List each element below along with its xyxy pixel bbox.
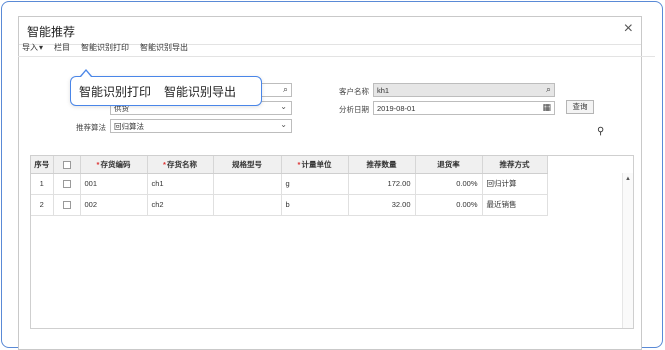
popup-pointer-inner [81, 71, 91, 77]
header-select-all[interactable] [53, 156, 81, 174]
row-checkbox[interactable] [62, 201, 71, 209]
import-label: 导入 [22, 42, 38, 52]
row-checkbox[interactable] [62, 180, 71, 188]
dialog-title: 智能推荐 [27, 25, 76, 39]
smart-print-button[interactable]: 智能识别打印 [81, 42, 129, 53]
smart-export-button[interactable]: 智能识别导出 [140, 42, 188, 53]
header-seq: 序号 [31, 156, 54, 174]
date-value: 2019-08-01 [377, 104, 416, 113]
table-row[interactable]: 2 002 ch2 b 32.00 0.00% 最近销售 [31, 194, 548, 216]
cell-return-rate[interactable]: 0.00% [415, 194, 483, 216]
header-code-label: 存货编码 [100, 159, 131, 169]
required-mark: * [297, 159, 301, 169]
cell-method[interactable]: 最近销售 [482, 194, 548, 216]
location-pin-icon[interactable]: ⚲ [597, 126, 604, 137]
header-qty: 推荐数量 [348, 156, 416, 174]
popup-export-option[interactable]: 智能识别导出 [164, 83, 236, 100]
algorithm-select[interactable]: 回归算法 ⌄ [110, 119, 292, 133]
date-input[interactable]: 2019-08-01 ▦ [373, 101, 555, 115]
header-name-label: 存货名称 [166, 159, 197, 169]
table-header-row: 序号 *存货编码 *存货名称 规格型号 *计量单位 推荐数量 退货率 推荐方式 [31, 156, 548, 174]
close-icon[interactable]: × [624, 20, 633, 38]
vertical-scrollbar[interactable]: ▲ [622, 173, 633, 328]
cell-select[interactable] [53, 194, 81, 216]
toolbar: 导入▾ 栏目 智能识别打印 智能识别导出 [22, 39, 188, 55]
columns-button[interactable]: 栏目 [54, 42, 70, 53]
cell-name[interactable]: ch1 [147, 173, 214, 195]
table-row[interactable]: 1 001 ch1 g 172.00 0.00% 回归计算 [31, 173, 548, 195]
customer-input[interactable]: kh1 ⌕ [373, 83, 555, 97]
header-name: *存货名称 [147, 156, 214, 174]
cell-qty[interactable]: 32.00 [348, 194, 416, 216]
required-mark: * [96, 159, 100, 169]
customer-value: kh1 [377, 86, 390, 95]
required-mark: * [163, 159, 166, 169]
cell-unit[interactable]: b [281, 194, 349, 216]
query-button[interactable]: 查询 [566, 100, 594, 114]
cell-select[interactable] [53, 173, 81, 195]
cell-code[interactable]: 002 [80, 194, 148, 216]
header-unit: *计量单位 [281, 156, 349, 174]
recommend-table: 序号 *存货编码 *存货名称 规格型号 *计量单位 推荐数量 退货率 推荐方式 … [30, 155, 634, 329]
date-label: 分析日期 [339, 105, 369, 114]
cell-seq: 2 [31, 194, 54, 216]
header-spec: 规格型号 [213, 156, 282, 174]
header-unit-label: 计量单位 [301, 159, 332, 169]
cell-spec[interactable] [213, 173, 282, 195]
chevron-down-icon: ▾ [39, 42, 44, 52]
import-menu[interactable]: 导入▾ [22, 42, 43, 53]
cell-return-rate[interactable]: 0.00% [415, 173, 483, 195]
dropdown-icon: ⌄ [280, 120, 287, 129]
header-return-rate: 退货率 [415, 156, 483, 174]
search-icon[interactable]: ⌕ [283, 85, 288, 94]
header-method: 推荐方式 [482, 156, 548, 174]
popup-print-option[interactable]: 智能识别打印 [79, 83, 151, 100]
cell-code[interactable]: 001 [80, 173, 148, 195]
dropdown-icon: ⌄ [280, 102, 287, 111]
cell-seq: 1 [31, 173, 54, 195]
select-all-checkbox[interactable] [62, 160, 71, 169]
calendar-icon[interactable]: ▦ [542, 103, 551, 112]
header-code: *存货编码 [80, 156, 148, 174]
customer-label: 客户名称 [339, 87, 369, 96]
search-icon[interactable]: ⌕ [546, 85, 551, 94]
recommend-grid-table: 序号 *存货编码 *存货名称 规格型号 *计量单位 推荐数量 退货率 推荐方式 … [31, 156, 548, 216]
cell-spec[interactable] [213, 194, 282, 216]
algorithm-label: 推荐算法 [76, 123, 106, 132]
toolbar-divider [18, 56, 655, 57]
cell-method[interactable]: 回归计算 [482, 173, 548, 195]
cell-name[interactable]: ch2 [147, 194, 214, 216]
smart-recognition-popup: 智能识别打印 智能识别导出 [70, 76, 262, 106]
algorithm-value: 回归算法 [114, 122, 144, 131]
cell-unit[interactable]: g [281, 173, 349, 195]
cell-qty[interactable]: 172.00 [348, 173, 416, 195]
scroll-up-icon[interactable]: ▲ [625, 176, 631, 182]
